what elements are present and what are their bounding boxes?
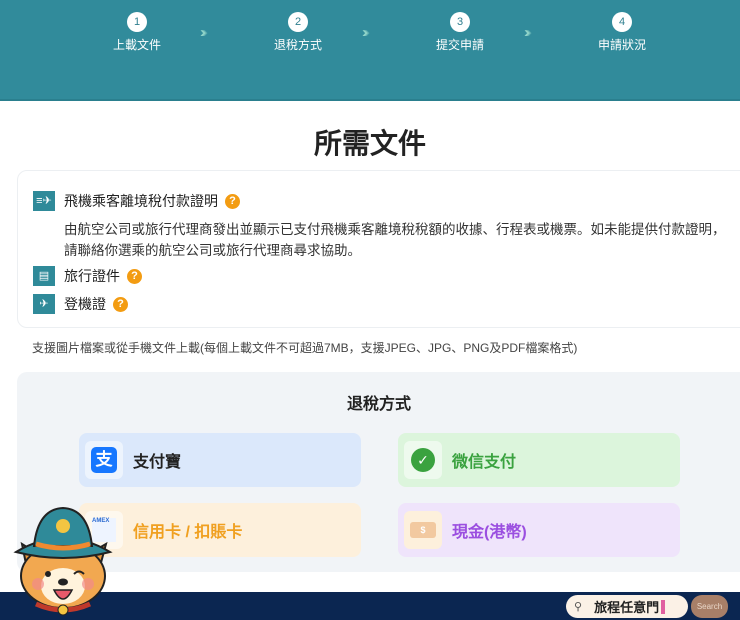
- step-label: 退稅方式: [273, 38, 322, 52]
- document-label: 旅行證件: [64, 268, 120, 284]
- help-icon[interactable]: ?: [225, 193, 240, 209]
- boarding-pass-icon: ✈: [33, 294, 55, 314]
- method-label: 信用卡 / 扣賬卡: [133, 524, 243, 541]
- document-description: 由航空公司或旅行代理商發出並顯示已支付飛機乘客離境稅稅額的收據、行程表或機票。如…: [64, 222, 726, 258]
- ticket-plane-icon: ≡✈: [33, 191, 55, 211]
- step-number: 4: [612, 12, 632, 32]
- document-label: 登機證: [64, 296, 106, 312]
- step-submit: 3 提交申請: [410, 12, 510, 53]
- wechat-pay-button[interactable]: ✓ 微信支付: [398, 433, 680, 487]
- help-icon[interactable]: ?: [113, 296, 128, 312]
- method-label: 現金(港幣): [452, 524, 527, 541]
- step-refund-method: 2 退稅方式: [248, 12, 348, 53]
- upload-note: 支援圖片檔案或從手機文件上載(每個上載文件不可超過7MB，支援JPEG、JPG、…: [32, 341, 578, 355]
- document-item: ▤ 旅行證件 ?: [33, 266, 142, 286]
- step-number: 2: [288, 12, 308, 32]
- chevrons-icon: ››››: [524, 24, 532, 41]
- step-label: 提交申請: [435, 38, 484, 52]
- document-item: ≡✈ 飛機乘客離境稅付款證明 ?: [33, 191, 240, 211]
- step-number: 1: [127, 12, 147, 32]
- alipay-button[interactable]: 支 支付寶: [79, 433, 361, 487]
- search-button[interactable]: Search: [691, 595, 728, 618]
- shiba-mascot-icon[interactable]: [8, 504, 118, 616]
- step-number: 3: [450, 12, 470, 32]
- search-value: 旅程任意門: [594, 600, 660, 615]
- section-title: 退稅方式: [346, 396, 411, 413]
- document-item: ✈ 登機證 ?: [33, 294, 128, 314]
- page-title: 所需文件: [313, 128, 426, 159]
- cash-icon: $: [404, 511, 442, 549]
- refund-method-section: 退稅方式 支 支付寶 ✓ 微信支付 AMEX 信用卡 / 扣賬卡 $ 現金(港幣…: [17, 372, 740, 572]
- wechat-icon: ✓: [404, 441, 442, 479]
- search-input[interactable]: ⚲ 旅程任意門: [566, 595, 688, 618]
- step-label: 上載文件: [112, 38, 161, 52]
- search-icon: ⚲: [574, 601, 583, 613]
- progress-header: 1 上載文件 ›››› 2 退稅方式 ›››› 3 提交申請 ›››› 4 申請狀況: [0, 0, 740, 101]
- method-label: 微信支付: [452, 454, 517, 471]
- step-label: 申請狀況: [597, 38, 646, 52]
- document-label: 飛機乘客離境稅付款證明: [64, 193, 218, 209]
- method-label: 支付寶: [133, 454, 182, 471]
- alipay-icon: 支: [85, 441, 123, 479]
- step-status: 4 申請狀況: [572, 12, 672, 53]
- help-icon[interactable]: ?: [127, 268, 142, 284]
- credit-card-button[interactable]: AMEX 信用卡 / 扣賬卡: [79, 503, 361, 557]
- door-icon: [661, 599, 666, 614]
- chevrons-icon: ››››: [362, 24, 370, 41]
- step-upload: 1 上載文件: [87, 12, 187, 53]
- cash-button[interactable]: $ 現金(港幣): [398, 503, 680, 557]
- required-documents-card: ≡✈ 飛機乘客離境稅付款證明 ? 由航空公司或旅行代理商發出並顯示已支付飛機乘客…: [17, 170, 740, 328]
- id-card-icon: ▤: [33, 266, 55, 286]
- chevrons-icon: ››››: [200, 24, 208, 41]
